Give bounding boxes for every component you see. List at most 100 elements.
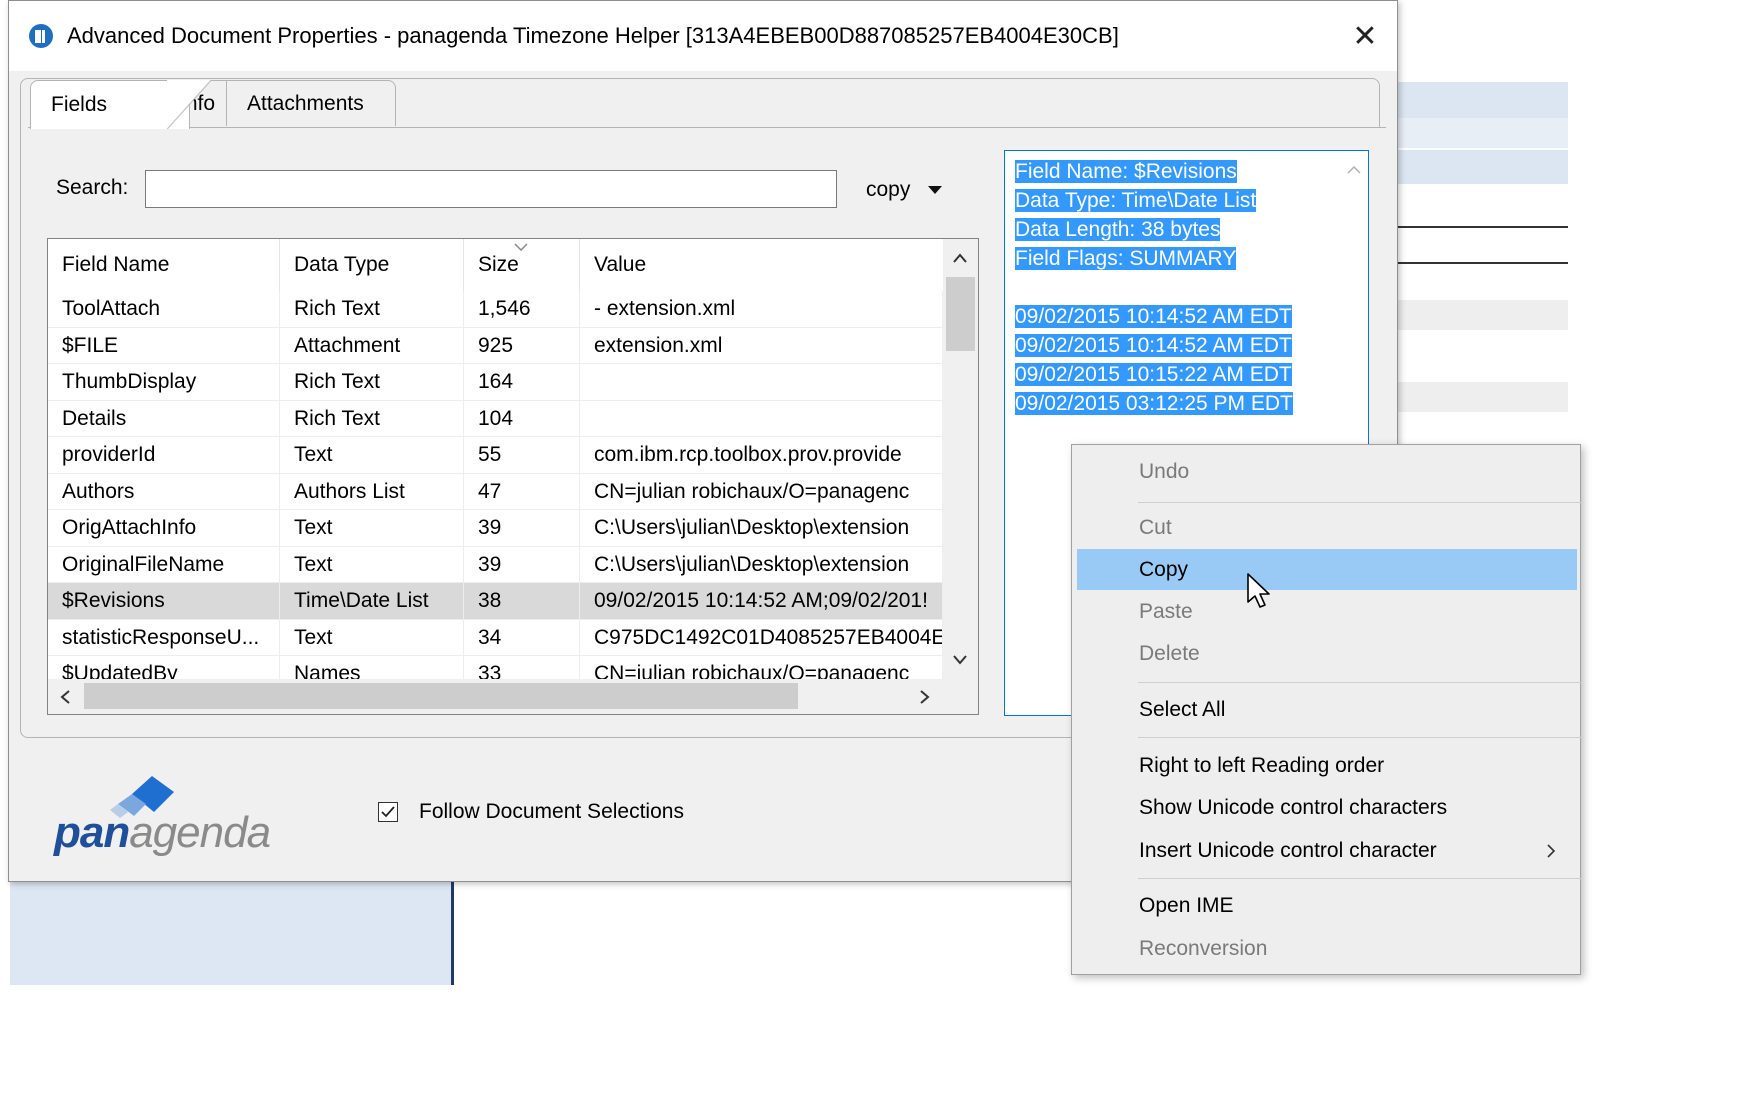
tab-attachments[interactable]: Attachments — [226, 80, 396, 126]
cell-value — [580, 364, 943, 400]
table-row[interactable]: $Revisions Time\Date List 38 09/02/2015 10:… — [48, 583, 943, 620]
scroll-down-icon[interactable] — [952, 655, 968, 665]
cell-value: extension.xml — [580, 327, 943, 364]
submenu-arrow-icon — [1547, 844, 1556, 858]
table-row[interactable]: providerId Text 55 com.ibm.rcp.toolbox.prov… — [48, 437, 943, 474]
scroll-left-icon[interactable] — [60, 689, 70, 705]
cell-field-name: OriginalFileName — [48, 546, 280, 583]
menu-separator — [1138, 682, 1582, 683]
table-row[interactable]: OriginalFileName Text 39 C:\Users\julian\De… — [48, 546, 943, 583]
cell-field-name: Details — [48, 400, 280, 437]
horizontal-scroll-thumb[interactable] — [84, 683, 798, 709]
menu-item-paste[interactable]: Paste — [1077, 591, 1577, 632]
panagenda-logo: panagenda — [54, 774, 294, 857]
context-menu: Undo Cut Copy Paste Delete Select All Ri… — [1071, 444, 1582, 975]
cell-data-type: Rich Text — [280, 364, 464, 400]
vertical-scrollbar[interactable] — [943, 239, 978, 679]
cell-field-name: $Revisions — [48, 583, 280, 619]
copy-dropdown-label: copy — [866, 178, 911, 201]
details-line: 09/02/2015 10:14:52 AM EDT — [1015, 305, 1292, 328]
menu-separator — [1138, 878, 1582, 879]
horizontal-scrollbar[interactable] — [48, 679, 943, 714]
header-data-type[interactable]: Data Type — [280, 239, 464, 291]
vertical-scroll-thumb[interactable] — [946, 277, 975, 351]
table-row[interactable]: OrigAttachInfo Text 39 C:\Users\julian\Desk… — [48, 510, 943, 547]
search-label: Search: — [56, 176, 129, 199]
menu-item-cut[interactable]: Cut — [1077, 507, 1577, 548]
cell-field-name: providerId — [48, 437, 280, 473]
cell-data-type: Time\Date List — [280, 583, 464, 619]
scrollbar-corner — [943, 679, 978, 714]
logo-text: panagenda — [54, 808, 271, 857]
menu-separator — [1138, 737, 1582, 738]
cell-field-name: Authors — [48, 473, 280, 510]
menu-item-undo[interactable]: Undo — [1077, 451, 1577, 492]
bg-line — [1398, 226, 1568, 228]
cell-size: 47 — [464, 473, 580, 510]
cell-size: 1,546 — [464, 291, 580, 327]
fields-table: Field Name Data Type Size Value ToolAtta… — [47, 238, 979, 715]
cell-size: 104 — [464, 400, 580, 437]
cell-data-type: Text — [280, 437, 464, 473]
checkmark-icon — [381, 806, 395, 818]
mouse-pointer-icon — [1247, 573, 1270, 608]
cell-field-name: OrigAttachInfo — [48, 510, 280, 546]
follow-selections-label[interactable]: Follow Document Selections — [419, 800, 684, 824]
table-row[interactable]: Details Rich Text 104 — [48, 400, 943, 437]
app-icon — [29, 24, 53, 48]
table-row[interactable]: statisticResponseU... Text 34 C975DC1492C01… — [48, 619, 943, 656]
background-sidebar — [10, 880, 454, 985]
header-field-name[interactable]: Field Name — [48, 239, 280, 291]
cell-size: 164 — [464, 364, 580, 400]
cell-size: 925 — [464, 327, 580, 364]
details-line: 09/02/2015 10:14:52 AM EDT — [1015, 334, 1292, 357]
table-body: ToolAttach Rich Text 1,546 - extension.xml… — [48, 291, 943, 693]
menu-item-rtl-reading-order[interactable]: Right to left Reading order — [1077, 745, 1577, 786]
title-bar[interactable]: Advanced Document Properties - panagenda… — [9, 1, 1397, 71]
table-row[interactable]: Authors Authors List 47 CN=julian robichaux… — [48, 473, 943, 510]
menu-item-open-ime[interactable]: Open IME — [1077, 885, 1577, 926]
details-line: 09/02/2015 03:12:25 PM EDT — [1015, 392, 1293, 415]
details-line: Field Name: $Revisions — [1015, 160, 1237, 183]
menu-separator — [1138, 502, 1582, 503]
bg-band — [1398, 382, 1568, 412]
cell-value: CN=julian robichaux/O=panagenc — [580, 473, 943, 510]
cell-data-type: Rich Text — [280, 291, 464, 327]
header-value[interactable]: Value — [580, 239, 943, 291]
tab-fields[interactable]: Fields — [30, 80, 211, 129]
table-row[interactable]: ThumbDisplay Rich Text 164 — [48, 364, 943, 401]
cell-value: C975DC1492C01D4085257EB4004E4 — [580, 619, 943, 656]
copy-dropdown[interactable]: copy — [866, 178, 943, 202]
follow-selections-checkbox[interactable] — [378, 802, 398, 822]
window-title: Advanced Document Properties - panagenda… — [67, 23, 1119, 48]
cell-size: 39 — [464, 546, 580, 583]
cell-size: 55 — [464, 437, 580, 473]
scroll-right-icon[interactable] — [920, 689, 930, 705]
cell-data-type: Text — [280, 546, 464, 583]
table-row[interactable]: $FILE Attachment 925 extension.xml — [48, 327, 943, 364]
close-button[interactable]: ✕ — [1333, 1, 1397, 71]
menu-item-show-unicode[interactable]: Show Unicode control characters — [1077, 787, 1577, 828]
bg-band — [1398, 82, 1568, 118]
bg-band — [1398, 150, 1568, 184]
cell-size: 39 — [464, 510, 580, 546]
scroll-up-icon[interactable] — [1347, 165, 1361, 174]
cell-data-type: Attachment — [280, 327, 464, 364]
search-input[interactable] — [145, 170, 837, 208]
cell-field-name: ThumbDisplay — [48, 364, 280, 400]
scroll-up-icon[interactable] — [952, 253, 968, 263]
menu-item-insert-unicode[interactable]: Insert Unicode control character — [1077, 830, 1577, 871]
cell-data-type: Authors List — [280, 473, 464, 510]
cell-data-type: Rich Text — [280, 400, 464, 437]
menu-item-reconversion[interactable]: Reconversion — [1077, 928, 1577, 969]
cell-value: - extension.xml — [580, 291, 943, 327]
cell-field-name: $FILE — [48, 327, 280, 364]
table-row[interactable]: ToolAttach Rich Text 1,546 - extension.xml — [48, 291, 943, 328]
bg-band — [1398, 118, 1568, 148]
menu-item-delete[interactable]: Delete — [1077, 633, 1577, 674]
cell-value: com.ibm.rcp.toolbox.prov.provide — [580, 437, 943, 473]
details-line: Data Type: Time\Date List — [1015, 189, 1257, 212]
bg-line — [1398, 262, 1568, 264]
menu-item-select-all[interactable]: Select All — [1077, 689, 1577, 730]
menu-item-copy[interactable]: Copy — [1077, 549, 1577, 590]
